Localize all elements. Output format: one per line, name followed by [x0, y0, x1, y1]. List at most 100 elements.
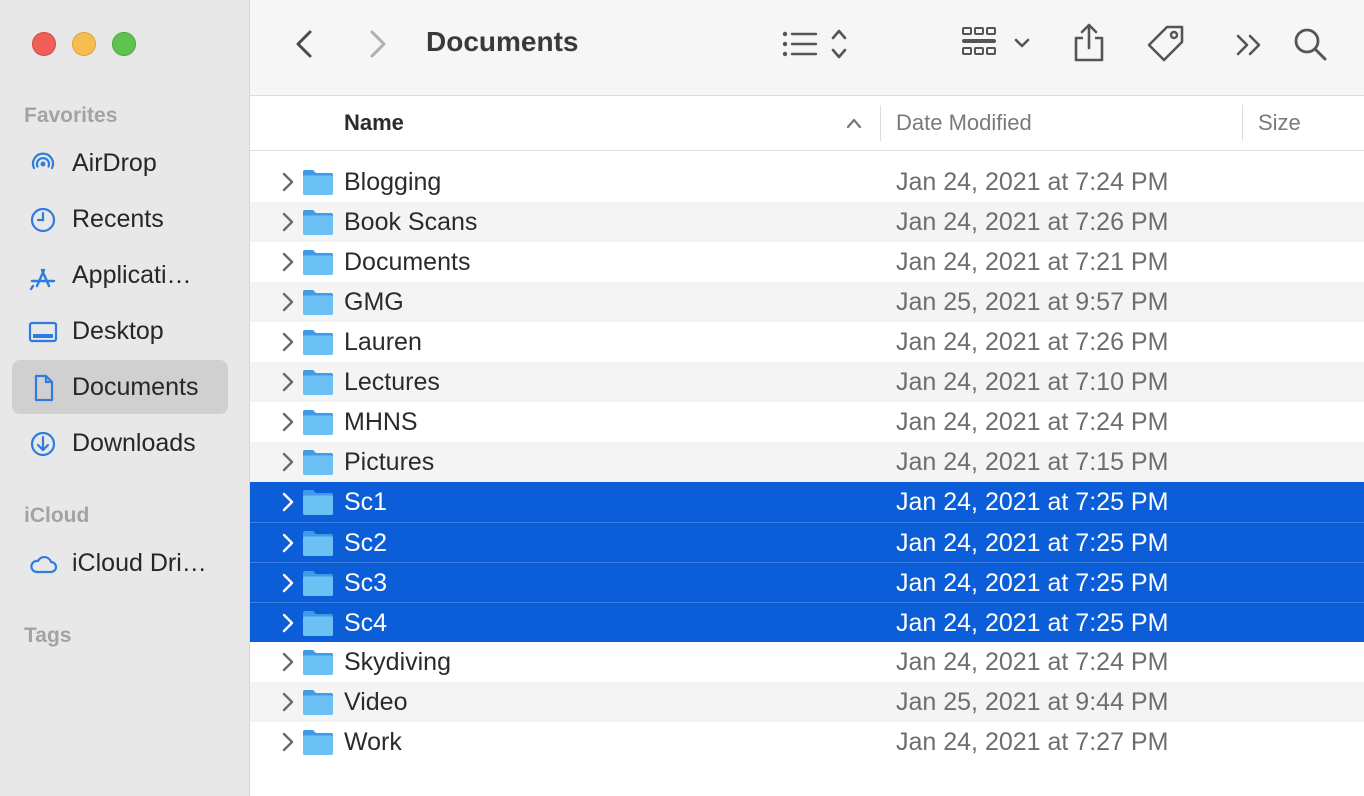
folder-icon [303, 210, 333, 235]
file-date-modified: Jan 24, 2021 at 7:10 PM [896, 368, 1169, 396]
file-name: Sc2 [344, 529, 388, 557]
folder-icon [303, 730, 333, 755]
folder-icon [303, 450, 333, 475]
back-icon[interactable] [290, 28, 320, 60]
folder-icon [303, 290, 333, 315]
table-row[interactable]: Documents Jan 24, 2021 at 7:21 PM [250, 242, 1364, 282]
disclosure-chevron-icon[interactable] [278, 371, 298, 393]
column-separator[interactable] [880, 105, 881, 141]
disclosure-chevron-icon[interactable] [278, 651, 298, 673]
close-window-button[interactable] [32, 32, 56, 56]
folder-icon [303, 410, 333, 435]
folder-icon [303, 490, 333, 515]
file-date-modified: Jan 24, 2021 at 7:25 PM [896, 529, 1169, 557]
folder-icon [303, 170, 333, 195]
file-name: GMG [344, 288, 404, 316]
minimize-window-button[interactable] [72, 32, 96, 56]
table-row[interactable]: Lectures Jan 24, 2021 at 7:10 PM [250, 362, 1364, 402]
sidebar-item-label: Recents [72, 204, 164, 233]
file-date-modified: Jan 24, 2021 at 7:15 PM [896, 448, 1169, 476]
disclosure-chevron-icon[interactable] [278, 491, 298, 513]
disclosure-chevron-icon[interactable] [278, 291, 298, 313]
clock-icon [30, 207, 56, 233]
forward-icon[interactable] [362, 28, 392, 60]
sidebar-item-label: iCloud Dri… [72, 548, 207, 577]
table-row[interactable]: Sc3 Jan 24, 2021 at 7:25 PM [250, 562, 1364, 602]
applications-icon [29, 268, 56, 291]
disclosure-chevron-icon[interactable] [278, 331, 298, 353]
disclosure-chevron-icon[interactable] [278, 691, 298, 713]
window-title: Documents [426, 26, 579, 57]
sort-ascending-icon[interactable] [846, 117, 862, 129]
folder-icon [303, 370, 333, 395]
sidebar-item-applications[interactable]: Applicati… [12, 248, 228, 302]
sidebar-item-desktop[interactable]: Desktop [12, 304, 228, 358]
file-name: Skydiving [344, 648, 451, 676]
file-date-modified: Jan 24, 2021 at 7:21 PM [896, 248, 1169, 276]
table-row[interactable]: MHNS Jan 24, 2021 at 7:24 PM [250, 402, 1364, 442]
file-date-modified: Jan 24, 2021 at 7:25 PM [896, 569, 1169, 597]
table-row[interactable]: Sc4 Jan 24, 2021 at 7:25 PM [250, 602, 1364, 642]
column-date-modified[interactable]: Date Modified [896, 110, 1032, 136]
sidebar-section-tags[interactable]: Tags [24, 624, 71, 648]
sidebar-item-downloads[interactable]: Downloads [12, 416, 228, 470]
folder-icon [303, 611, 333, 636]
column-header: Name Date Modified Size [250, 97, 1364, 151]
sidebar-item-icloud-drive[interactable]: iCloud Dri… [12, 536, 228, 590]
sidebar-item-documents[interactable]: Documents [12, 360, 228, 414]
sidebar-item-label: Documents [72, 372, 199, 401]
file-date-modified: Jan 25, 2021 at 9:57 PM [896, 288, 1169, 316]
file-date-modified: Jan 24, 2021 at 7:26 PM [896, 208, 1169, 236]
download-icon [30, 431, 56, 457]
disclosure-chevron-icon[interactable] [278, 251, 298, 273]
disclosure-chevron-icon[interactable] [278, 532, 298, 554]
table-row[interactable]: Video Jan 25, 2021 at 9:44 PM [250, 682, 1364, 722]
disclosure-chevron-icon[interactable] [278, 411, 298, 433]
file-date-modified: Jan 24, 2021 at 7:24 PM [896, 168, 1169, 196]
sidebar-item-airdrop[interactable]: AirDrop [12, 136, 228, 190]
share-icon[interactable] [1070, 22, 1108, 64]
tag-icon[interactable] [1146, 24, 1186, 64]
file-name: Video [344, 688, 408, 716]
column-size[interactable]: Size [1258, 110, 1301, 136]
disclosure-chevron-icon[interactable] [278, 612, 298, 634]
file-name: Work [344, 728, 402, 756]
folder-icon [303, 330, 333, 355]
table-row[interactable]: Skydiving Jan 24, 2021 at 7:24 PM [250, 642, 1364, 682]
file-name: Lectures [344, 368, 440, 396]
more-icon[interactable] [1234, 30, 1266, 60]
table-row[interactable]: GMG Jan 25, 2021 at 9:57 PM [250, 282, 1364, 322]
file-name: Sc3 [344, 569, 388, 597]
disclosure-chevron-icon[interactable] [278, 451, 298, 473]
disclosure-chevron-icon[interactable] [278, 572, 298, 594]
sidebar-item-label: AirDrop [72, 148, 157, 177]
toolbar: Documents [250, 0, 1364, 96]
search-icon[interactable] [1292, 26, 1330, 64]
column-separator[interactable] [1242, 105, 1243, 141]
zoom-window-button[interactable] [112, 32, 136, 56]
sidebar-item-label: Applicati… [72, 260, 192, 289]
sidebar-item-label: Desktop [72, 316, 164, 345]
table-row[interactable]: Lauren Jan 24, 2021 at 7:26 PM [250, 322, 1364, 362]
table-row[interactable]: Sc1 Jan 24, 2021 at 7:25 PM [250, 482, 1364, 522]
disclosure-chevron-icon[interactable] [278, 731, 298, 753]
table-row[interactable]: Book Scans Jan 24, 2021 at 7:26 PM [250, 202, 1364, 242]
table-row[interactable]: Sc2 Jan 24, 2021 at 7:25 PM [250, 522, 1364, 562]
folder-icon [303, 650, 333, 675]
document-icon [34, 374, 54, 402]
file-date-modified: Jan 24, 2021 at 7:24 PM [896, 648, 1169, 676]
table-row[interactable]: Pictures Jan 24, 2021 at 7:15 PM [250, 442, 1364, 482]
table-row[interactable]: Blogging Jan 24, 2021 at 7:24 PM [250, 162, 1364, 202]
disclosure-chevron-icon[interactable] [278, 171, 298, 193]
column-name[interactable]: Name [344, 110, 404, 136]
group-icon[interactable] [960, 24, 1034, 64]
table-row[interactable]: Work Jan 24, 2021 at 7:27 PM [250, 722, 1364, 762]
file-name: Pictures [344, 448, 435, 476]
list-view-icon[interactable] [780, 26, 854, 62]
sidebar-item-recents[interactable]: Recents [12, 192, 228, 246]
disclosure-chevron-icon[interactable] [278, 211, 298, 233]
sidebar-section-favorites: Favorites [24, 104, 118, 127]
file-date-modified: Jan 25, 2021 at 9:44 PM [896, 688, 1169, 716]
file-date-modified: Jan 24, 2021 at 7:25 PM [896, 609, 1169, 637]
sidebar: Favorites AirDrop Recents Applicati… Des… [0, 0, 250, 796]
